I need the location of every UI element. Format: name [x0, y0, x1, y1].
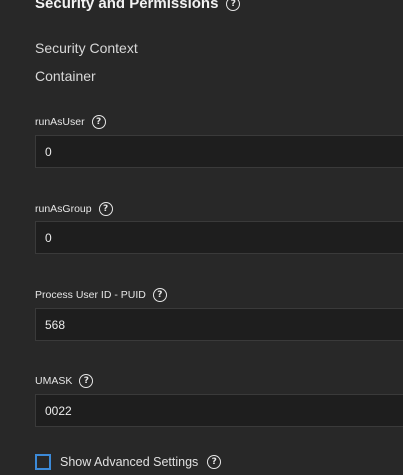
run-as-user-label: runAsUser ?: [35, 115, 106, 129]
section-title-text: Security and Permissions: [35, 0, 219, 12]
help-icon[interactable]: ?: [91, 115, 106, 129]
security-context-heading: Security Context: [35, 40, 138, 56]
run-as-group-label-text: runAsGroup: [35, 203, 92, 215]
run-as-group-field[interactable]: [35, 221, 403, 254]
help-icon[interactable]: ?: [152, 288, 167, 302]
security-permissions-panel: Security and Permissions ? Security Cont…: [0, 0, 403, 475]
help-icon[interactable]: ?: [98, 202, 113, 216]
run-as-user-input[interactable]: [36, 135, 403, 168]
puid-input[interactable]: [36, 308, 403, 341]
help-icon[interactable]: ?: [207, 455, 222, 469]
run-as-group-label: runAsGroup ?: [35, 202, 113, 216]
run-as-user-field[interactable]: [35, 135, 403, 168]
run-as-group-input[interactable]: [36, 221, 403, 254]
show-advanced-settings-checkbox[interactable]: [35, 454, 51, 470]
umask-input[interactable]: [36, 394, 403, 427]
puid-field[interactable]: [35, 308, 403, 341]
puid-label-text: Process User ID - PUID: [35, 289, 146, 301]
show-advanced-settings-label[interactable]: Show Advanced Settings: [60, 455, 198, 469]
section-title: Security and Permissions ?: [35, 0, 241, 12]
puid-label: Process User ID - PUID ?: [35, 288, 167, 302]
help-icon[interactable]: ?: [79, 374, 94, 388]
run-as-user-label-text: runAsUser: [35, 116, 85, 128]
help-icon[interactable]: ?: [226, 0, 241, 11]
umask-field[interactable]: [35, 394, 403, 427]
show-advanced-settings-row[interactable]: Show Advanced Settings ?: [35, 454, 222, 470]
umask-label-text: UMASK: [35, 375, 73, 387]
umask-label: UMASK ?: [35, 374, 94, 388]
container-heading: Container: [35, 68, 96, 84]
